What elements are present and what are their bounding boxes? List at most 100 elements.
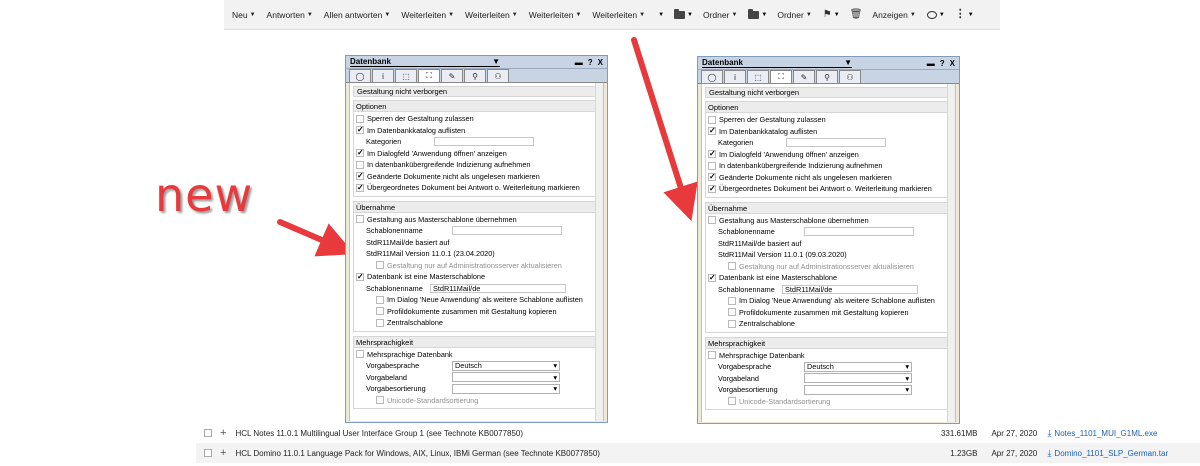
option-checkbox[interactable]: [708, 161, 716, 170]
download-date: Apr 27, 2020: [991, 428, 1038, 438]
download-date: Apr 27, 2020: [991, 448, 1038, 458]
tab-advanced-icon[interactable]: ⚇: [839, 70, 861, 83]
unicode-checkbox[interactable]: [728, 397, 736, 406]
language-select[interactable]: Deutsch ▾: [452, 360, 560, 371]
dialog-type-select[interactable]: Datenbank ▼: [350, 57, 500, 67]
more-actions-button[interactable]: ⋮ ▼: [955, 9, 974, 20]
tab-design-icon[interactable]: ⛶: [770, 70, 792, 83]
is-master-checkbox[interactable]: ✓: [708, 273, 716, 282]
option-checkbox[interactable]: ✓: [708, 173, 716, 182]
is-master-checkbox[interactable]: ✓: [356, 272, 364, 281]
inherit-design-checkbox[interactable]: [356, 215, 364, 224]
categories-input[interactable]: [434, 137, 534, 147]
categories-input[interactable]: [786, 138, 886, 148]
view-button[interactable]: Anzeigen ▼: [872, 10, 915, 20]
option-checkbox[interactable]: ✓: [708, 150, 716, 159]
dialog-titlebar: Datenbank ▼ ▬ ? X: [346, 56, 607, 69]
folder-add-button[interactable]: ▼: [748, 8, 767, 19]
central-template-checkbox[interactable]: [728, 319, 736, 328]
option-checkbox[interactable]: ✓: [356, 149, 364, 158]
list-in-dialog-checkbox[interactable]: [376, 295, 384, 304]
country-select[interactable]: ▾: [452, 372, 560, 383]
tab-advanced-icon[interactable]: ⚇: [487, 69, 509, 82]
expand-icon[interactable]: +: [220, 427, 226, 439]
download-size: 1.23GB: [950, 448, 978, 458]
folder-move-button[interactable]: ▼: [674, 8, 693, 19]
dialog-type-select[interactable]: Datenbank ▼: [702, 58, 852, 68]
sort-select[interactable]: ▾: [452, 383, 560, 394]
option-checkbox[interactable]: ✓: [708, 127, 716, 136]
master-name-input[interactable]: StdR11Mail/de: [782, 284, 918, 294]
reply-label: Antworten: [266, 9, 305, 20]
country-select[interactable]: ▾: [804, 373, 912, 384]
option-checkbox[interactable]: ✓: [356, 183, 364, 192]
folder-button-2[interactable]: Ordner ▼: [777, 10, 811, 20]
new-button[interactable]: Neu ▼: [232, 10, 256, 20]
tab-info-icon[interactable]: i: [724, 70, 746, 83]
dialog-scrollbar[interactable]: [947, 84, 955, 422]
tab-launch-icon[interactable]: ✎: [441, 69, 463, 82]
chat-button[interactable]: ▼: [926, 10, 945, 19]
multilingual-checkbox[interactable]: [356, 350, 364, 359]
dialog-scrollbar[interactable]: [595, 83, 603, 421]
folder-button-1[interactable]: Ordner ▼: [703, 10, 737, 20]
master-name-row: Schablonenname StdR11Mail/de: [354, 283, 599, 295]
tab-launch-icon[interactable]: ✎: [793, 70, 815, 83]
download-link[interactable]: ⤓ Domino_1101_SLP_German.tar: [1047, 448, 1168, 459]
help-icon[interactable]: ?: [940, 59, 945, 68]
minimize-icon[interactable]: ▬: [927, 59, 935, 68]
option-checkbox[interactable]: ✓: [356, 126, 364, 135]
flag-button[interactable]: ⚑ ▼: [823, 9, 840, 20]
master-name-input[interactable]: StdR11Mail/de: [430, 283, 566, 293]
more-dropdown[interactable]: ▼: [656, 12, 664, 18]
close-icon[interactable]: X: [950, 59, 955, 68]
help-icon[interactable]: ?: [588, 58, 593, 67]
delete-button[interactable]: 🗑: [850, 9, 863, 20]
reply-all-button[interactable]: Allen antworten ▼: [324, 10, 391, 20]
sort-select[interactable]: ▾: [804, 384, 912, 395]
template-name-input[interactable]: [452, 226, 562, 236]
central-template-checkbox[interactable]: [376, 318, 384, 327]
tab-design-icon[interactable]: ⛶: [418, 69, 440, 82]
tab-basics-icon[interactable]: ◯: [701, 70, 723, 83]
forward-button-1[interactable]: Weiterleiten ▼: [401, 10, 454, 20]
tab-search-icon[interactable]: ⚲: [816, 70, 838, 83]
list-in-dialog-checkbox[interactable]: [728, 296, 736, 305]
option-checkbox[interactable]: [356, 160, 364, 169]
expand-icon[interactable]: +: [220, 447, 226, 459]
caret-down-icon: ▼: [909, 11, 916, 18]
option-checkbox[interactable]: ✓: [356, 172, 364, 181]
caret-down-icon: ▼: [448, 11, 455, 18]
tab-info-icon[interactable]: i: [372, 69, 394, 82]
tab-basics-icon[interactable]: ◯: [349, 69, 371, 82]
inherit-row: Gestaltung aus Masterschablone übernehme…: [706, 215, 951, 227]
tab-printer-icon[interactable]: ⬚: [395, 69, 417, 82]
unicode-checkbox[interactable]: [376, 396, 384, 405]
caret-down-icon: ▼: [575, 11, 582, 18]
forward-button-3[interactable]: Weiterleiten ▼: [529, 10, 582, 20]
row-checkbox[interactable]: [204, 449, 212, 457]
admin-only-checkbox[interactable]: [728, 262, 736, 271]
copy-profiles-checkbox[interactable]: [728, 308, 736, 317]
multilingual-checkbox[interactable]: [708, 351, 716, 360]
copy-profiles-checkbox[interactable]: [376, 307, 384, 316]
inherit-design-checkbox[interactable]: [708, 216, 716, 225]
is-master-row: ✓ Datenbank ist eine Masterschablone: [706, 272, 951, 284]
based-on-text: StdR11Mail/de basiert auf: [718, 238, 802, 248]
reply-button[interactable]: Antworten ▼: [267, 10, 313, 20]
row-checkbox[interactable]: [204, 429, 212, 437]
tab-printer-icon[interactable]: ⬚: [747, 70, 769, 83]
template-name-input[interactable]: [804, 227, 914, 237]
forward-button-2[interactable]: Weiterleiten ▼: [465, 10, 518, 20]
admin-only-checkbox[interactable]: [376, 261, 384, 270]
download-link[interactable]: ⤓ Notes_1101_MUI_G1ML.exe: [1047, 428, 1157, 439]
country-row: Vorgabeland ▾: [706, 373, 951, 385]
option-checkbox[interactable]: [708, 115, 716, 124]
close-icon[interactable]: X: [598, 58, 603, 67]
minimize-icon[interactable]: ▬: [575, 58, 583, 67]
forward-button-4[interactable]: Weiterleiten ▼: [592, 10, 645, 20]
option-checkbox[interactable]: ✓: [708, 184, 716, 193]
option-checkbox[interactable]: [356, 114, 364, 123]
tab-search-icon[interactable]: ⚲: [464, 69, 486, 82]
language-select[interactable]: Deutsch ▾: [804, 361, 912, 372]
